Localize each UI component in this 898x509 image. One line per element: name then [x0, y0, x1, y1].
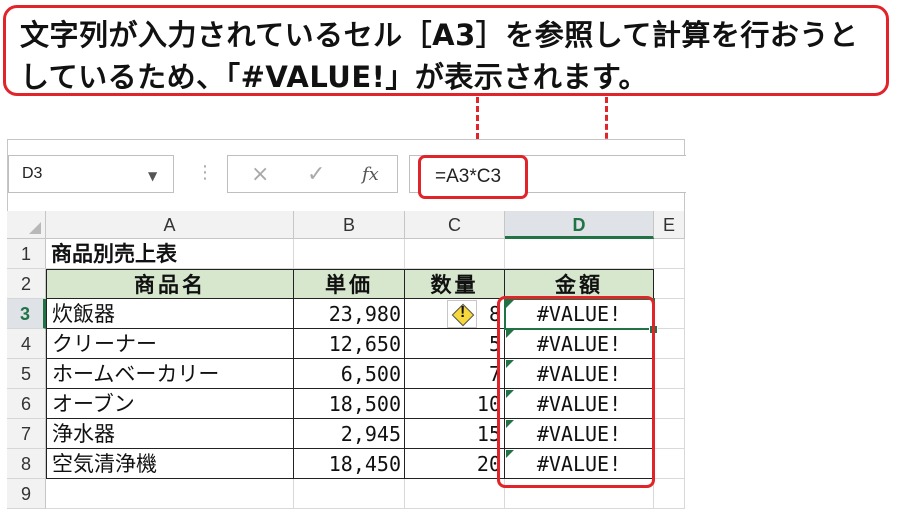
column-header-e[interactable]: E — [654, 211, 685, 239]
cell-e9[interactable] — [654, 479, 685, 509]
cell-b5[interactable]: 6,500 — [294, 359, 405, 389]
row-header-3[interactable]: 3 — [7, 299, 46, 329]
header-product-name[interactable]: 商品名 — [46, 269, 294, 299]
row-header-4[interactable]: 4 — [7, 329, 46, 359]
cell-a4[interactable]: クリーナー — [46, 329, 294, 359]
row-header-9[interactable]: 9 — [7, 479, 46, 509]
cell-b3[interactable]: 23,980 — [294, 299, 405, 329]
cell-b6[interactable]: 18,500 — [294, 389, 405, 419]
insert-function-icon[interactable]: fx — [362, 164, 379, 185]
formula-highlight: =A3*C3 — [418, 155, 528, 199]
formula-text[interactable]: =A3*C3 — [435, 166, 501, 188]
header-unit-price[interactable]: 単価 — [294, 269, 405, 299]
cell-c5[interactable]: 7 — [405, 359, 505, 389]
header-amount[interactable]: 金額 — [505, 269, 654, 299]
cell-c8[interactable]: 20 — [405, 449, 505, 479]
row-header-5[interactable]: 5 — [7, 359, 46, 389]
cell-a5[interactable]: ホームベーカリー — [46, 359, 294, 389]
cell-b1[interactable] — [294, 239, 405, 269]
cell-b8[interactable]: 18,450 — [294, 449, 405, 479]
cell-c7[interactable]: 15 — [405, 419, 505, 449]
name-box[interactable]: D3 ▼ — [8, 155, 174, 193]
row-header-2[interactable]: 2 — [7, 269, 46, 299]
column-header-d[interactable]: D — [505, 211, 654, 239]
cell-e8[interactable] — [654, 449, 685, 479]
cell-a9[interactable] — [46, 479, 294, 509]
explanation-callout: 文字列が入力されているセル［A3］を参照して計算を行おうと しているため、「#V… — [3, 5, 889, 96]
column-header-b[interactable]: B — [294, 211, 405, 239]
chevron-down-icon[interactable]: ▼ — [148, 169, 157, 183]
cell-e1[interactable] — [654, 239, 685, 269]
cell-c1[interactable] — [405, 239, 505, 269]
callout-line-1: 文字列が入力されているセル［A3］を参照して計算を行おうと — [20, 18, 859, 52]
cell-e3[interactable] — [654, 299, 685, 329]
row-header-8[interactable]: 8 — [7, 449, 46, 479]
cell-e7[interactable] — [654, 419, 685, 449]
cell-d1[interactable] — [505, 239, 654, 269]
header-quantity[interactable]: 数量 — [405, 269, 505, 299]
row-header-1[interactable]: 1 — [7, 239, 46, 269]
cell-e5[interactable] — [654, 359, 685, 389]
enter-icon[interactable]: ✓ — [307, 162, 325, 187]
cell-c4[interactable]: 5 — [405, 329, 505, 359]
cell-a8[interactable]: 空気清浄機 — [46, 449, 294, 479]
cell-a3[interactable]: 炊飯器 — [46, 299, 294, 329]
cell-a6[interactable]: オーブン — [46, 389, 294, 419]
formula-bar-buttons: × ✓ fx — [227, 155, 398, 193]
column-header-c[interactable]: C — [405, 211, 505, 239]
cell-e4[interactable] — [654, 329, 685, 359]
callout-line-2: しているため、「#VALUE!」が表示されます。 — [20, 60, 648, 94]
cell-b9[interactable] — [294, 479, 405, 509]
results-highlight — [497, 296, 655, 488]
cell-a1[interactable]: 商品別売上表 — [46, 239, 294, 269]
name-box-value: D3 — [22, 165, 43, 182]
warning-exclamation: ! — [460, 304, 466, 321]
cell-e2[interactable] — [654, 269, 685, 299]
select-all-icon — [29, 222, 41, 234]
arrow-to-formula-shaft — [476, 97, 479, 139]
cell-c6[interactable]: 10 — [405, 389, 505, 419]
cell-b4[interactable]: 12,650 — [294, 329, 405, 359]
cell-b7[interactable]: 2,945 — [294, 419, 405, 449]
cancel-icon[interactable]: × — [251, 162, 269, 187]
cell-c9[interactable] — [405, 479, 505, 509]
formula-bar-grip-icon[interactable]: ⋮ — [196, 162, 214, 183]
column-header-a[interactable]: A — [46, 211, 294, 239]
error-warning-button[interactable]: ! — [447, 300, 477, 328]
row-header-7[interactable]: 7 — [7, 419, 46, 449]
cell-e6[interactable] — [654, 389, 685, 419]
select-all-corner[interactable] — [7, 211, 46, 239]
row-header-6[interactable]: 6 — [7, 389, 46, 419]
cell-a7[interactable]: 浄水器 — [46, 419, 294, 449]
